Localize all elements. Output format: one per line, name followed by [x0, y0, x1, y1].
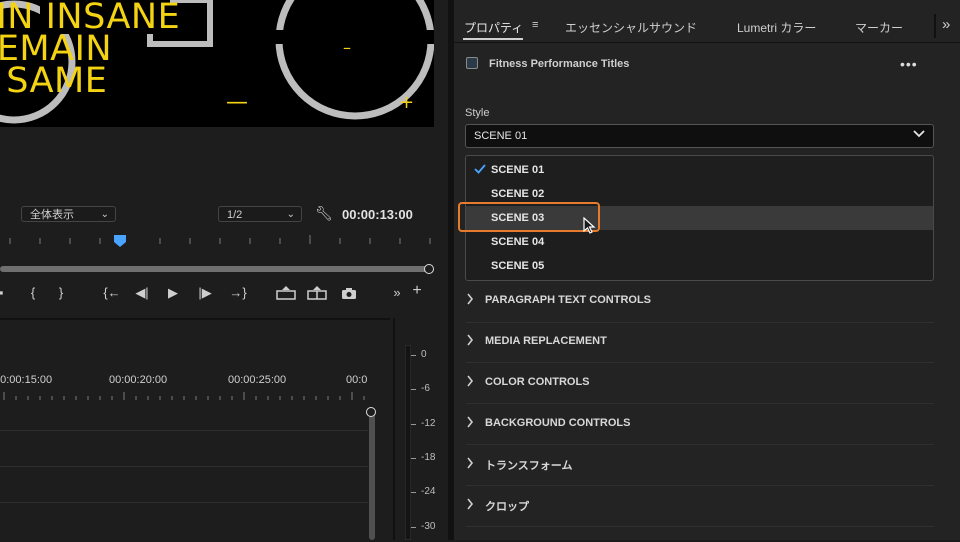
preview-plus: + [399, 92, 415, 113]
style-select-value: SCENE 01 [474, 130, 528, 142]
tab-markers[interactable]: マーカー [855, 19, 903, 36]
go-to-in-button[interactable]: {← [100, 285, 124, 300]
style-label: Style [465, 107, 490, 119]
meter-label: -6 [421, 383, 430, 394]
timeline-time-label: 00:0 [346, 374, 368, 386]
tab-properties[interactable]: プロパティ [464, 19, 523, 36]
style-option-label[interactable]: SCENE 04 [491, 236, 544, 248]
section-label[interactable]: クロップ [485, 498, 529, 514]
tab-menu-icon[interactable]: ≡ [532, 19, 538, 31]
lift-icon[interactable] [276, 286, 296, 300]
step-forward-button[interactable]: |▶ [196, 285, 214, 301]
chevron-right-icon[interactable] [466, 498, 474, 513]
template-title: Fitness Performance Titles [489, 58, 630, 70]
timeline-time-label: 00:00:15:00 [0, 374, 53, 386]
highlight-annotation [458, 202, 600, 232]
track-divider [0, 502, 368, 503]
meter-label: -18 [421, 452, 436, 463]
preview-minus-small: – [343, 38, 351, 57]
go-to-out-button[interactable]: →} [226, 285, 250, 300]
extract-icon[interactable] [307, 286, 327, 300]
timeline-time-label: 00:00:25:00 [228, 374, 287, 386]
tab-essential-sound[interactable]: エッセンシャルサウンド [565, 19, 697, 36]
program-preview: AIN INSANE REMAIN E SAME – — + [0, 0, 434, 127]
timeline-vertical-scrollbar[interactable] [369, 408, 375, 540]
tab-overflow-icon[interactable]: » [942, 16, 950, 33]
chevron-down-icon: ⌄ [100, 209, 109, 220]
meter-tick [411, 424, 416, 425]
meter-label: -24 [421, 486, 436, 497]
chevron-right-icon[interactable] [466, 334, 474, 349]
style-option-label[interactable]: SCENE 02 [491, 188, 544, 200]
preview-text-line-3: E SAME [0, 61, 108, 101]
playhead-marker [114, 235, 126, 247]
meter-tick [411, 355, 416, 356]
style-option-label[interactable]: SCENE 05 [491, 260, 544, 272]
add-button[interactable]: + [408, 282, 426, 300]
meter-tick [411, 458, 416, 459]
more-options-icon[interactable]: ••• [900, 56, 918, 72]
zoom-scrollbar-handle[interactable] [424, 264, 434, 274]
meter-tick [411, 527, 416, 528]
timeline-time-label: 00:00:20:00 [109, 374, 168, 386]
chevron-right-icon[interactable] [466, 416, 474, 431]
monitor-time-ruler[interactable] [0, 232, 434, 248]
more-controls-button[interactable]: » [388, 285, 406, 300]
meter-label: 0 [421, 349, 427, 360]
playhead-timecode[interactable]: 00:00:13:00 [342, 207, 413, 222]
chevron-right-icon[interactable] [466, 457, 474, 472]
mark-in-button[interactable]: { [24, 285, 42, 300]
tab-separator [934, 14, 936, 38]
play-button[interactable]: ▶ [164, 285, 182, 301]
section-label[interactable]: トランスフォーム [485, 457, 572, 473]
section-label[interactable]: COLOR CONTROLS [485, 376, 590, 388]
chevron-down-icon [913, 128, 925, 142]
section-label[interactable]: PARAGRAPH TEXT CONTROLS [485, 294, 651, 306]
section-crop[interactable] [466, 486, 934, 527]
track-divider [0, 466, 368, 467]
zoom-level-select[interactable]: 全体表示 ⌄ [21, 206, 116, 222]
style-select[interactable] [465, 124, 934, 148]
meter-label: -12 [421, 418, 436, 429]
camera-icon[interactable] [341, 287, 357, 300]
mouse-cursor-icon [583, 217, 596, 234]
resolution-select[interactable]: 1/2 ⌄ [218, 206, 302, 222]
track-divider [0, 430, 368, 431]
step-back-button[interactable]: ◀| [133, 285, 151, 301]
active-tab-indicator [463, 38, 523, 40]
meter-tick [411, 389, 416, 390]
zoom-scrollbar[interactable] [0, 266, 428, 272]
zoom-level-value: 全体表示 [30, 209, 74, 221]
audio-meter-bar [405, 345, 411, 540]
marker-button[interactable]: ▪ [0, 285, 10, 300]
style-option-label[interactable]: SCENE 01 [491, 164, 544, 176]
resolution-value: 1/2 [227, 209, 243, 221]
section-label[interactable]: BACKGROUND CONTROLS [485, 417, 630, 429]
preview-minus-large: — [226, 90, 248, 115]
graphic-template-icon [466, 57, 478, 69]
meter-label: -30 [421, 521, 436, 532]
timeline-scrollbar-handle[interactable] [366, 407, 376, 417]
chevron-right-icon[interactable] [466, 375, 474, 390]
wrench-icon[interactable]: 🔧︎ [315, 205, 333, 222]
timeline-ruler-ticks[interactable] [0, 390, 368, 402]
meter-tick [411, 492, 416, 493]
section-label[interactable]: MEDIA REPLACEMENT [485, 335, 607, 347]
chevron-down-icon: ⌄ [286, 209, 295, 220]
chevron-right-icon[interactable] [466, 293, 474, 308]
tab-lumetri-color[interactable]: Lumetri カラー [737, 19, 816, 36]
mark-out-button[interactable]: } [52, 285, 70, 300]
